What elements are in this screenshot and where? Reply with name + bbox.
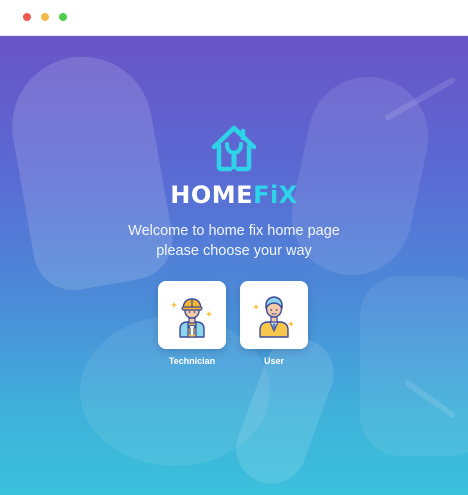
welcome-message: Welcome to home fix home page please cho… <box>0 221 468 261</box>
brand-name: HOMEFiX <box>0 181 468 209</box>
user-icon <box>253 296 294 338</box>
window-titlebar <box>0 0 468 36</box>
brand-name-home: HOME <box>170 181 254 209</box>
welcome-line-2: please choose your way <box>156 243 312 259</box>
brand-name-fix: FiX <box>253 181 298 209</box>
background-photo-shape <box>360 276 468 456</box>
technician-option-label[interactable]: Technician <box>147 356 237 366</box>
welcome-line-1: Welcome to home fix home page <box>128 223 340 239</box>
technician-option-button[interactable] <box>158 281 226 349</box>
app-window: HOMEFiX Welcome to home fix home page pl… <box>0 0 468 495</box>
house-wrench-icon <box>211 125 257 172</box>
maximize-dot[interactable] <box>59 13 67 21</box>
user-option-button[interactable] <box>240 281 308 349</box>
welcome-screen: HOMEFiX Welcome to home fix home page pl… <box>0 36 468 495</box>
close-dot[interactable] <box>23 13 31 21</box>
minimize-dot[interactable] <box>41 13 49 21</box>
user-option-label[interactable]: User <box>229 356 319 366</box>
technician-icon <box>171 298 212 338</box>
